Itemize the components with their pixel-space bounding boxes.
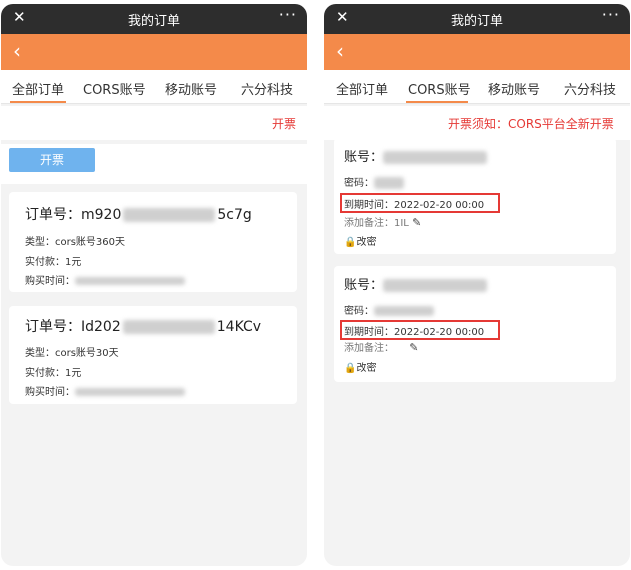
order-paid: 实付款：1元 (25, 368, 82, 379)
account-card: 账号： 密码： 到期时间：2022-02-20 00:00 添加备注： ✎ 🔒改… (334, 266, 616, 382)
order-card[interactable]: 订单号：Id202 14KCv 类型：cors账号30天 实付款：1元 购买时间： (9, 306, 297, 404)
redacted-order-id (123, 208, 216, 222)
top-bar: ✕ 我的订单 ··· (1, 4, 307, 34)
remark-value: 1IL (394, 218, 409, 229)
account-label: 账号： (344, 150, 384, 165)
order-time-label: 购买时间： (25, 387, 75, 398)
back-icon[interactable]: ‹ (336, 40, 344, 62)
invoice-notice: 开票 (1, 106, 307, 140)
tab-cors-account[interactable]: CORS账号 (408, 79, 471, 98)
left-phone-screen: ✕ 我的订单 ··· ‹ 全部订单 CORS账号 移动账号 六分科技 开票 开票… (1, 4, 307, 566)
lock-icon: 🔒 (344, 363, 357, 374)
pencil-icon[interactable]: ✎ (409, 341, 418, 354)
tab-bar: 全部订单 CORS账号 移动账号 六分科技 (1, 70, 307, 104)
order-type: 类型：cors账号30天 (25, 348, 119, 359)
order-number-prefix: 订单号：m920 (25, 207, 122, 223)
change-password-button[interactable]: 🔒改密 (344, 233, 376, 248)
change-password-button[interactable]: 🔒改密 (344, 359, 376, 374)
notice-text: 开票须知：CORS平台全新开票 (448, 117, 614, 131)
order-number-suffix: 14KCv (216, 319, 262, 335)
back-icon[interactable]: ‹ (13, 40, 21, 62)
order-paid: 实付款：1元 (25, 257, 82, 268)
invoice-button[interactable]: 开票 (9, 148, 95, 172)
account-card: 账号： 密码： 到期时间：2022-02-20 00:00 添加备注：1IL ✎… (334, 138, 616, 254)
nav-bar: ‹ (324, 34, 630, 70)
password-row: 密码： (344, 302, 434, 317)
change-password-label: 改密 (356, 363, 377, 374)
redacted-time (75, 277, 185, 285)
change-password-label: 改密 (356, 237, 377, 248)
pencil-icon[interactable]: ✎ (412, 216, 421, 229)
right-phone-screen: ✕ 我的订单 ··· ‹ 全部订单 CORS账号 移动账号 六分科技 开票须知：… (324, 4, 630, 566)
tab-all-orders[interactable]: 全部订单 (12, 79, 64, 98)
lock-icon: 🔒 (344, 237, 357, 248)
account-row: 账号： (344, 146, 488, 165)
order-type: 类型：cors账号360天 (25, 237, 126, 248)
password-label: 密码： (344, 178, 374, 189)
redacted-account (383, 279, 488, 292)
notice-text: 开票 (272, 117, 297, 131)
password-row: 密码： (344, 174, 404, 189)
tab-liufen-tech[interactable]: 六分科技 (241, 79, 293, 98)
expire-time: 到期时间：2022-02-20 00:00 (344, 200, 485, 211)
order-time: 购买时间： (25, 272, 185, 287)
expire-time: 到期时间：2022-02-20 00:00 (344, 327, 485, 338)
tab-liufen-tech[interactable]: 六分科技 (564, 79, 616, 98)
redacted-password (374, 177, 404, 189)
invoice-bar: 开票 (1, 144, 307, 184)
nav-bar: ‹ (1, 34, 307, 70)
remark-row: 添加备注： ✎ (344, 339, 418, 354)
tab-mobile-account[interactable]: 移动账号 (488, 79, 540, 98)
redacted-time (75, 388, 185, 396)
account-row: 账号： (344, 274, 488, 293)
account-label: 账号： (344, 278, 384, 293)
redacted-password (374, 306, 434, 316)
page-title: 我的订单 (450, 14, 503, 29)
order-time: 购买时间： (25, 383, 185, 398)
order-number: 订单号：Id202 14KCv (25, 316, 261, 336)
order-card[interactable]: 订单号：m920 5c7g 类型：cors账号360天 实付款：1元 购买时间： (9, 192, 297, 292)
remark-label: 添加备注： (344, 218, 394, 229)
remark-row: 添加备注：1IL ✎ (344, 214, 421, 229)
password-label: 密码： (344, 306, 374, 317)
order-number-prefix: 订单号：Id202 (25, 319, 121, 335)
tab-all-orders[interactable]: 全部订单 (336, 79, 388, 98)
active-tab-indicator (10, 101, 66, 103)
page-title: 我的订单 (127, 14, 180, 29)
top-bar: ✕ 我的订单 ··· (324, 4, 630, 34)
order-time-label: 购买时间： (25, 276, 75, 287)
tab-cors-account[interactable]: CORS账号 (83, 79, 146, 98)
redacted-order-id (122, 320, 215, 334)
tab-bar: 全部订单 CORS账号 移动账号 六分科技 (324, 70, 630, 104)
tab-mobile-account[interactable]: 移动账号 (165, 79, 217, 98)
order-number: 订单号：m920 5c7g (25, 204, 252, 224)
invoice-notice: 开票须知：CORS平台全新开票 (324, 106, 630, 140)
active-tab-indicator (406, 101, 468, 103)
more-icon[interactable]: ··· (602, 5, 620, 24)
remark-label: 添加备注： (344, 343, 394, 354)
order-number-suffix: 5c7g (217, 207, 252, 223)
more-icon[interactable]: ··· (279, 5, 297, 24)
redacted-account (383, 151, 488, 164)
